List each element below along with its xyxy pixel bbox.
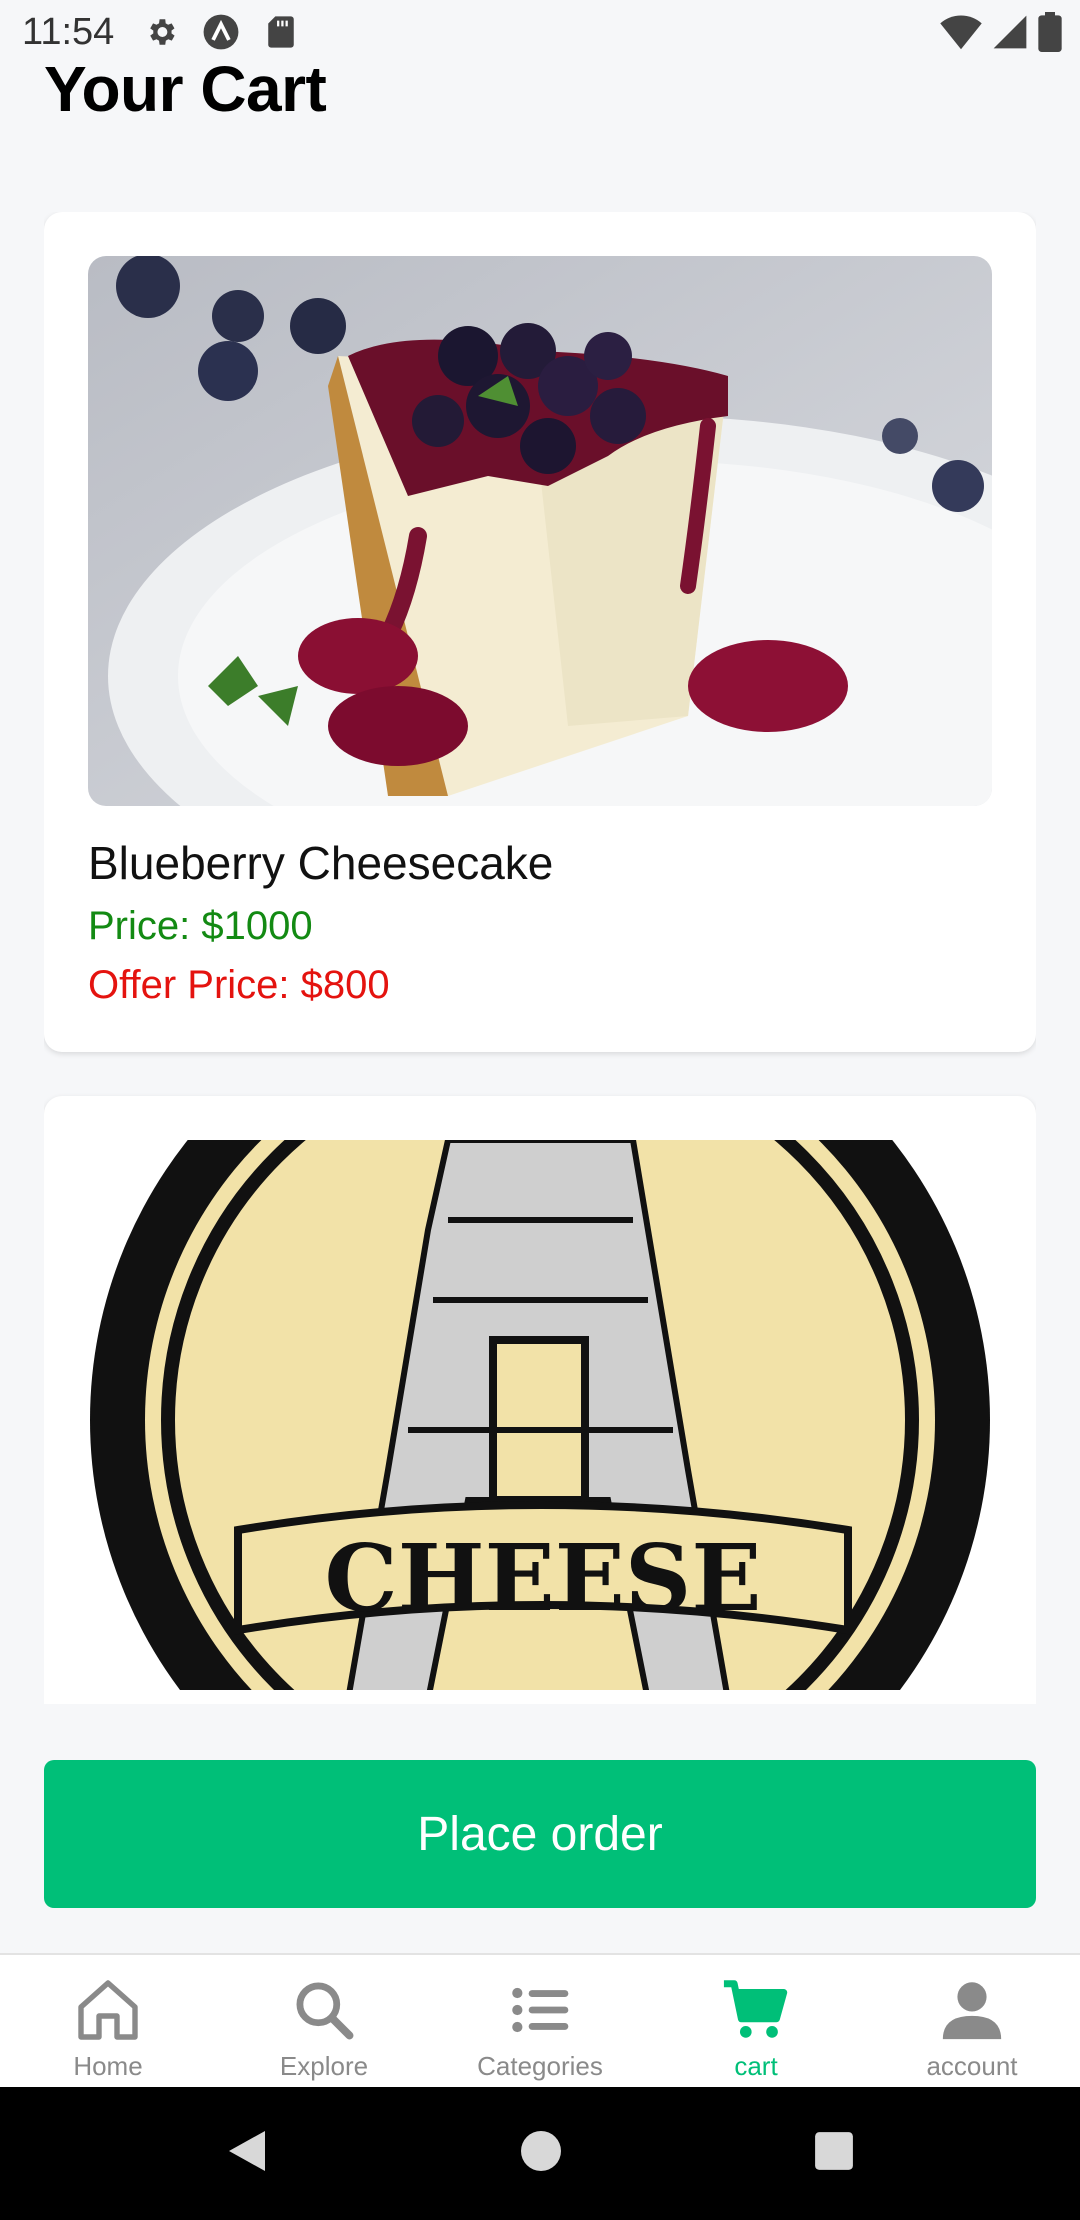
place-order-button[interactable]: Place order xyxy=(44,1760,1036,1908)
status-right-icons xyxy=(940,12,1062,52)
cart-list[interactable]: Blueberry Cheesecake Price: $1000 Offer … xyxy=(44,212,1036,1704)
nav-item-home[interactable]: Home xyxy=(0,1955,216,2087)
nav-item-categories[interactable]: Categories xyxy=(432,1955,648,2087)
nav-label-categories: Categories xyxy=(477,2051,603,2081)
recents-icon[interactable] xyxy=(813,2130,855,2177)
gear-icon xyxy=(142,13,180,51)
nav-item-explore[interactable]: Explore xyxy=(216,1955,432,2087)
item-offer-price: Offer Price: $800 xyxy=(88,963,390,1007)
back-icon[interactable] xyxy=(225,2127,269,2180)
a-icon xyxy=(202,13,240,51)
page-title: Your Cart xyxy=(44,53,327,125)
nav-label-home: Home xyxy=(73,2051,143,2081)
item-name: Blueberry Cheesecake xyxy=(88,837,554,889)
item-price: Price: $1000 xyxy=(88,904,313,948)
home-circle-icon[interactable] xyxy=(519,2129,563,2178)
nav-label-explore: Explore xyxy=(279,2051,369,2081)
bottom-nav: Home Explore Categories cart account xyxy=(0,1953,1080,2087)
signal-icon xyxy=(993,15,1027,49)
wifi-icon xyxy=(940,15,982,50)
cart-icon xyxy=(719,1973,793,2047)
blueberry-cheesecake-image xyxy=(88,256,992,806)
sd-card-icon xyxy=(262,13,300,51)
nav-label-account: account xyxy=(926,2051,1018,2081)
cheese-logo-image: CHEESE xyxy=(88,1140,992,1690)
cart-item-card[interactable]: Blueberry Cheesecake Price: $1000 Offer … xyxy=(44,212,1036,1052)
nav-item-account[interactable]: account xyxy=(864,1955,1080,2087)
battery-icon xyxy=(1038,12,1062,52)
cart-item-card[interactable]: CHEESE xyxy=(44,1096,1036,1704)
list-icon xyxy=(503,1973,577,2047)
home-icon xyxy=(71,1973,145,2047)
system-nav-bar xyxy=(0,2087,1080,2220)
cheese-logo-text: CHEESE xyxy=(325,1524,762,1632)
status-time: 11:54 xyxy=(22,10,115,53)
nav-label-cart: cart xyxy=(734,2051,778,2081)
person-icon xyxy=(935,1973,1009,2047)
search-icon xyxy=(287,1973,361,2047)
nav-item-cart[interactable]: cart xyxy=(648,1955,864,2087)
